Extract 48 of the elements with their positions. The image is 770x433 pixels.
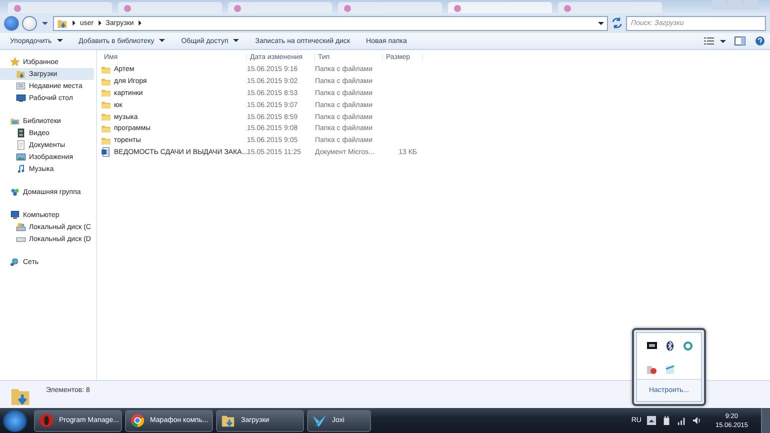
preview-pane-icon[interactable] xyxy=(734,36,746,46)
drive-icon xyxy=(16,222,26,232)
folder-icon xyxy=(101,64,111,75)
recent-places-icon xyxy=(16,81,26,91)
chrome-icon xyxy=(130,413,145,428)
documents-icon xyxy=(16,140,26,150)
caret-icon xyxy=(233,39,240,42)
help-icon[interactable] xyxy=(754,36,766,46)
folder-icon xyxy=(101,112,111,122)
folder-icon xyxy=(101,88,111,98)
refresh-icon[interactable] xyxy=(611,17,623,29)
bluetooth-icon[interactable] xyxy=(665,341,675,351)
caret-icon xyxy=(720,40,726,42)
speaker-icon[interactable] xyxy=(692,416,702,425)
signal-icon[interactable] xyxy=(677,416,686,425)
video-icon xyxy=(16,128,26,138)
folder-icon xyxy=(101,76,111,87)
folder-icon xyxy=(101,100,111,110)
chevron-icon xyxy=(138,20,142,26)
monitor-icon[interactable] xyxy=(647,341,657,351)
desktop-icon xyxy=(16,93,26,103)
caret-icon xyxy=(56,39,63,42)
view-options-icon[interactable] xyxy=(703,36,715,46)
homegroup-icon xyxy=(10,187,20,197)
power-icon[interactable] xyxy=(662,416,672,425)
tray-expand-icon[interactable] xyxy=(647,416,656,425)
library-icon xyxy=(10,116,20,126)
caret-icon xyxy=(42,22,48,24)
bird-icon xyxy=(312,413,327,428)
start-button[interactable] xyxy=(3,410,27,432)
chevron-icon xyxy=(98,20,102,26)
caret-icon xyxy=(159,39,166,42)
document-icon xyxy=(101,147,111,158)
star-icon xyxy=(10,57,20,67)
images-icon xyxy=(16,152,26,162)
chevron-icon xyxy=(72,20,76,26)
back-button[interactable] xyxy=(4,16,19,30)
caret-icon xyxy=(598,22,604,24)
downloads-folder-icon xyxy=(221,413,236,428)
folder-icon xyxy=(101,124,111,134)
computer-icon xyxy=(10,210,20,220)
network-icon xyxy=(10,257,20,267)
folder-icon xyxy=(101,136,111,146)
opera-icon xyxy=(39,413,54,428)
forward-button[interactable] xyxy=(22,16,37,30)
downloads-folder-icon xyxy=(16,69,26,79)
downloads-folder-icon xyxy=(57,18,68,28)
music-icon xyxy=(16,164,26,174)
